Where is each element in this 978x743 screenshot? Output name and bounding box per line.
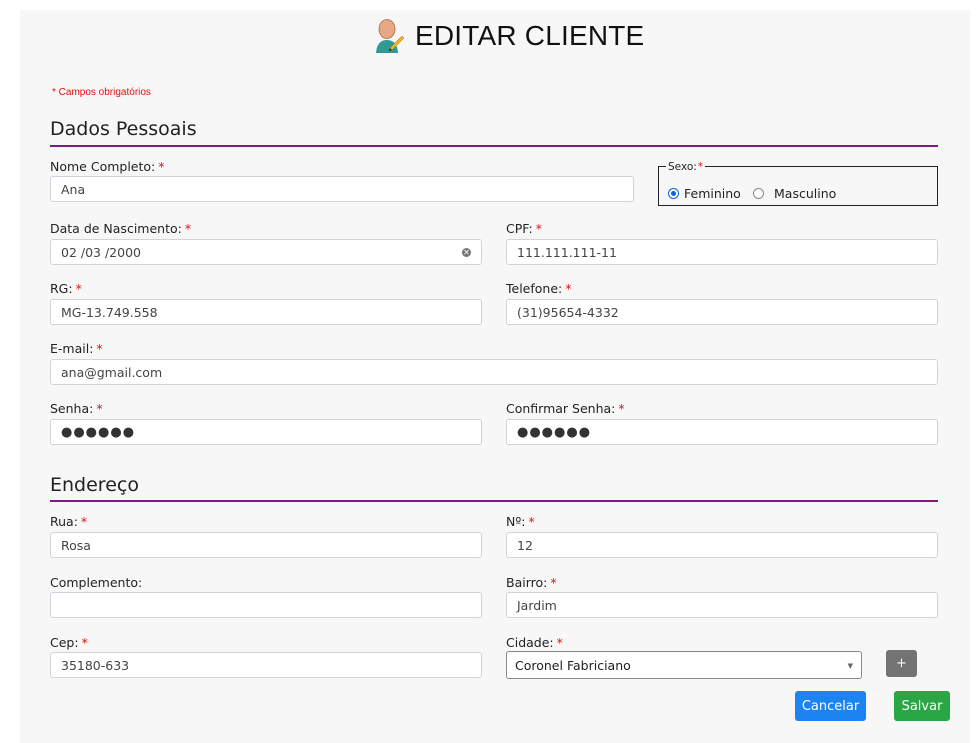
email-label: E-mail: * bbox=[50, 341, 103, 356]
radio-feminino-label: Feminino bbox=[684, 186, 741, 201]
rg-input[interactable]: MG-13.749.558 bbox=[50, 299, 482, 325]
complemento-input[interactable] bbox=[50, 592, 482, 618]
nascimento-label: Data de Nascimento: * bbox=[50, 221, 192, 236]
complemento-label: Complemento: bbox=[50, 575, 143, 590]
required-fields-note: * Campos obrigatórios bbox=[52, 87, 151, 98]
section-divider bbox=[50, 145, 938, 147]
rua-label: Rua: * bbox=[50, 514, 88, 529]
confirmar-senha-label: Confirmar Senha: * bbox=[506, 401, 625, 416]
senha-input[interactable]: ●●●●●● bbox=[50, 419, 482, 445]
bairro-input[interactable]: Jardim bbox=[506, 592, 938, 618]
user-edit-icon bbox=[376, 19, 405, 53]
sexo-legend: Sexo:* bbox=[666, 161, 706, 173]
radio-masculino[interactable]: Masculino bbox=[753, 186, 836, 201]
section-title-personal: Dados Pessoais bbox=[50, 118, 197, 140]
save-button[interactable]: Salvar bbox=[894, 691, 950, 721]
radio-masculino-control[interactable] bbox=[753, 188, 764, 199]
radio-feminino[interactable]: Feminino bbox=[668, 186, 741, 201]
clear-icon[interactable]: ✕ bbox=[462, 248, 471, 257]
confirmar-senha-input[interactable]: ●●●●●● bbox=[506, 419, 938, 445]
nome-label: Nome Completo: * bbox=[50, 159, 165, 174]
add-cidade-button[interactable]: + bbox=[886, 650, 917, 677]
nascimento-input[interactable]: 02 /03 /2000 ✕ bbox=[50, 239, 482, 265]
rg-label: RG: * bbox=[50, 281, 82, 296]
telefone-input[interactable]: (31)95654-4332 bbox=[506, 299, 938, 325]
cep-label: Cep: * bbox=[50, 635, 88, 650]
cidade-label: Cidade: * bbox=[506, 635, 563, 650]
caret-down-icon: ▼ bbox=[847, 662, 853, 670]
nome-input[interactable]: Ana bbox=[50, 176, 634, 202]
section-divider bbox=[50, 500, 938, 502]
rua-input[interactable]: Rosa bbox=[50, 532, 482, 558]
numero-input[interactable]: 12 bbox=[506, 532, 938, 558]
telefone-label: Telefone: * bbox=[506, 281, 572, 296]
cep-input[interactable]: 35180-633 bbox=[50, 652, 482, 678]
cpf-label: CPF: * bbox=[506, 221, 542, 236]
senha-label: Senha: * bbox=[50, 401, 103, 416]
email-input[interactable]: ana@gmail.com bbox=[50, 359, 938, 385]
page-header: EDITAR CLIENTE bbox=[375, 18, 644, 54]
page-title: EDITAR CLIENTE bbox=[415, 20, 645, 51]
bairro-label: Bairro: * bbox=[506, 575, 557, 590]
radio-feminino-control[interactable] bbox=[668, 188, 679, 199]
numero-label: Nº: * bbox=[506, 514, 535, 529]
cancel-button[interactable]: Cancelar bbox=[795, 691, 866, 721]
cpf-input[interactable]: 111.111.111-11 bbox=[506, 239, 938, 265]
cidade-select[interactable]: Coronel Fabriciano ▼ bbox=[506, 651, 862, 679]
section-title-address: Endereço bbox=[50, 474, 139, 496]
radio-masculino-label: Masculino bbox=[774, 186, 837, 201]
